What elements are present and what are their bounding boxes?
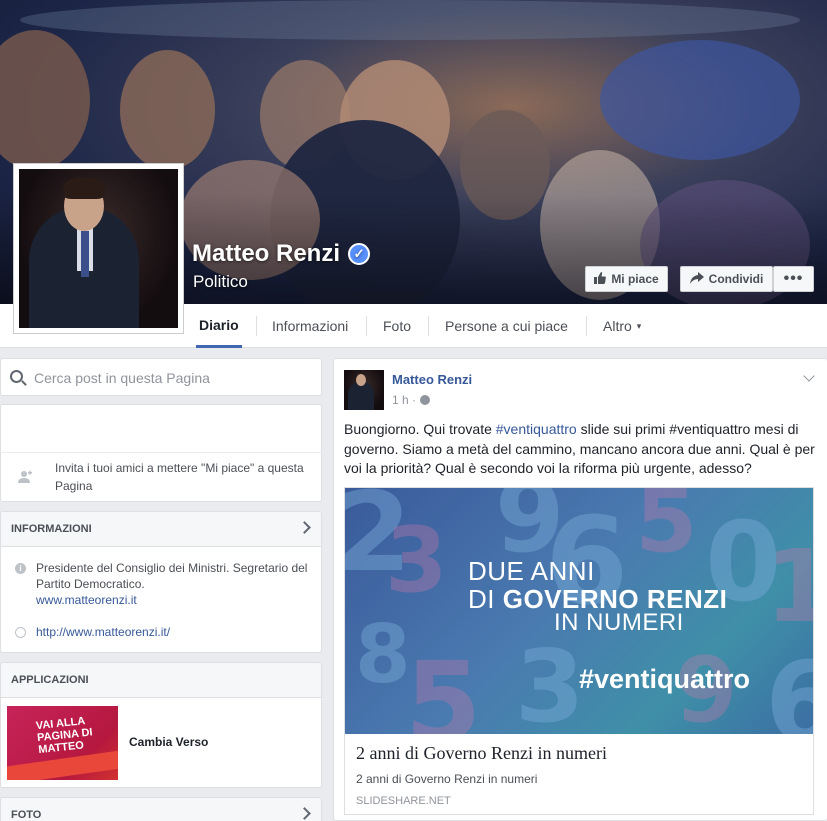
page-search-box xyxy=(0,358,322,396)
apps-section-header: APPLICAZIONI xyxy=(0,662,322,698)
page-description: Presidente del Consiglio dei Ministri. S… xyxy=(36,560,312,608)
chevron-down-icon: ▾ xyxy=(636,320,642,331)
search-icon xyxy=(10,370,23,383)
photos-section-title: FOTO xyxy=(11,809,42,821)
app-thumbnail[interactable]: VAI ALLA PAGINA DI MATTEO xyxy=(7,706,118,780)
preview-title-prefix: DI xyxy=(468,584,503,614)
share-page-button[interactable]: Condividi xyxy=(680,266,773,292)
link-preview[interactable]: 2 3 9 6 5 0 1 8 5 3 9 6 DUE ANNI DI GOVE… xyxy=(344,487,814,815)
like-page-button[interactable]: Mi piace xyxy=(585,266,668,292)
thumbs-up-icon xyxy=(594,271,607,287)
share-label: Condividi xyxy=(708,272,764,286)
link-preview-description: 2 anni di Governo Renzi in numeri xyxy=(356,772,538,786)
link-preview-title[interactable]: 2 anni di Governo Renzi in numeri xyxy=(356,743,607,764)
post-author-name[interactable]: Matteo Renzi xyxy=(392,372,472,387)
preview-image-hashtag: #ventiquattro xyxy=(579,664,751,694)
post-text-part: Buongiorno. Qui trovate xyxy=(344,421,496,437)
globe-icon xyxy=(420,395,431,405)
tab-altro-label: Altro xyxy=(603,318,632,334)
page-title[interactable]: Matteo Renzi xyxy=(192,240,340,268)
more-options-button[interactable]: ••• xyxy=(773,266,814,292)
tab-persone-a-cui-piace[interactable]: Persone a cui piace xyxy=(445,304,568,348)
invite-friends-link[interactable]: Invita i tuoi amici a mettere "Mi piace"… xyxy=(55,459,313,495)
post-author-avatar[interactable] xyxy=(344,370,384,410)
hashtag-link[interactable]: #ventiquattro xyxy=(496,421,577,437)
link-preview-image: 2 3 9 6 5 0 1 8 5 3 9 6 DUE ANNI DI GOVE… xyxy=(345,488,813,734)
page-title-block: Matteo Renzi ✓ xyxy=(192,240,371,268)
post-timestamp[interactable]: 1 h · xyxy=(392,393,431,407)
page-category: Politico xyxy=(193,272,248,291)
page-description-text: Presidente del Consiglio dei Ministri. S… xyxy=(36,561,308,591)
tab-informazioni[interactable]: Informazioni xyxy=(272,304,348,348)
description-link[interactable]: www.matteorenzi.it xyxy=(36,593,137,607)
share-arrow-icon xyxy=(689,271,704,287)
globe-icon xyxy=(15,627,26,638)
app-link-cambia-verso[interactable]: Cambia Verso xyxy=(129,735,208,749)
info-section-header[interactable]: INFORMAZIONI xyxy=(0,511,322,547)
preview-image-title-line1: DUE ANNI xyxy=(468,556,595,586)
photos-section-header[interactable]: FOTO xyxy=(0,797,322,821)
tab-foto[interactable]: Foto xyxy=(383,304,411,348)
chevron-right-icon xyxy=(298,521,311,534)
preview-image-title-line3: IN NUMERI xyxy=(554,609,684,636)
website-link[interactable]: http://www.matteorenzi.it/ xyxy=(36,624,312,640)
post-time-text: 1 h · xyxy=(392,393,417,407)
verified-check-icon: ✓ xyxy=(348,243,371,265)
like-label: Mi piace xyxy=(611,272,659,286)
search-input[interactable] xyxy=(34,367,314,389)
tab-diario[interactable]: Diario xyxy=(196,304,242,348)
app-thumbnail-text: VAI ALLA PAGINA DI MATTEO xyxy=(35,715,94,757)
tab-altro[interactable]: Altro ▾ xyxy=(603,304,641,348)
link-preview-source: SLIDESHARE.NET xyxy=(356,795,451,807)
post-text: Buongiorno. Qui trovate #ventiquattro sl… xyxy=(344,420,818,479)
info-section-title: INFORMAZIONI xyxy=(11,523,92,535)
apps-section-title: APPLICAZIONI xyxy=(11,674,89,686)
profile-picture[interactable] xyxy=(13,163,184,334)
chevron-right-icon xyxy=(298,807,311,820)
info-icon: i xyxy=(15,563,26,574)
add-friend-icon xyxy=(18,470,32,487)
